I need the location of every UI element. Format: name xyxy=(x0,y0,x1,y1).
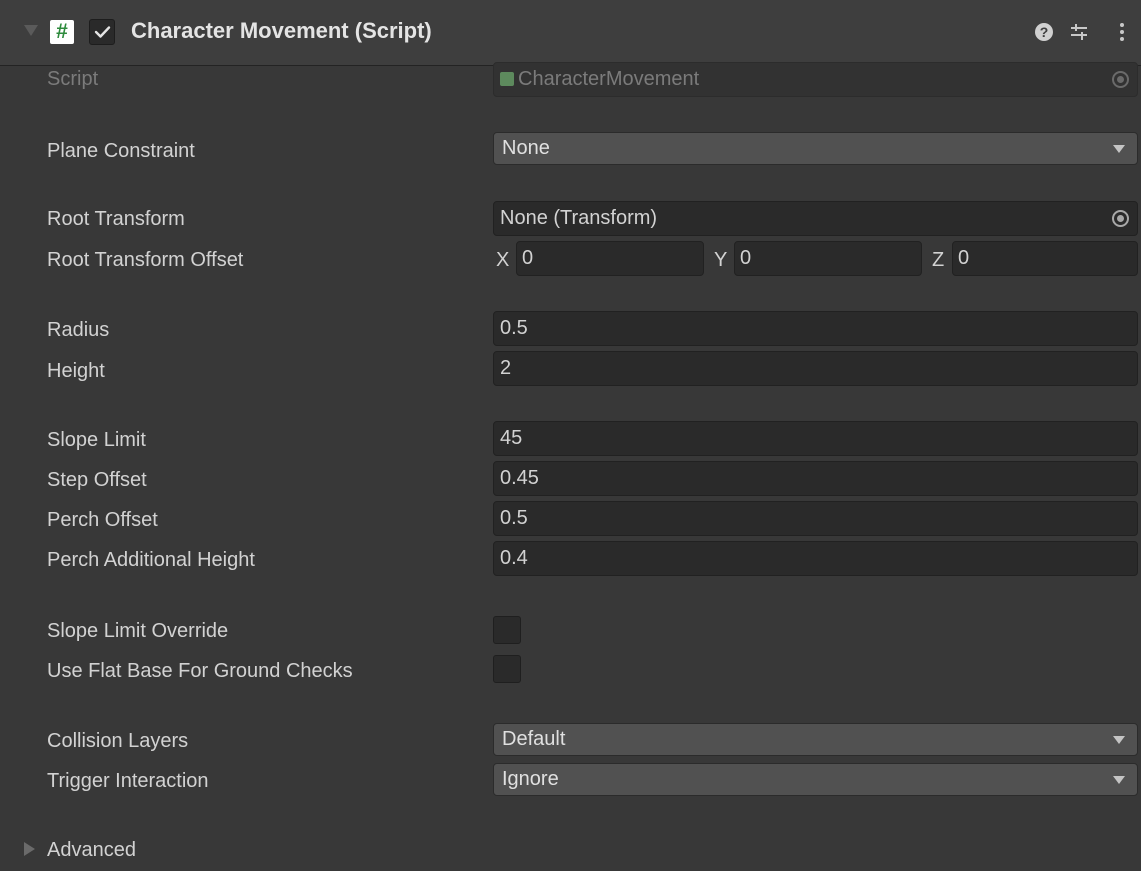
use-flat-base-label: Use Flat Base For Ground Checks xyxy=(47,660,353,682)
dropdown-arrow-icon xyxy=(1113,145,1125,153)
slope-limit-override-checkbox[interactable] xyxy=(493,616,521,644)
offset-x-field[interactable]: 0 xyxy=(516,241,704,276)
height-field[interactable]: 2 xyxy=(493,351,1138,386)
step-offset-label: Step Offset xyxy=(47,469,147,491)
slope-limit-field[interactable]: 45 xyxy=(493,421,1138,456)
perch-offset-field[interactable]: 0.5 xyxy=(493,501,1138,536)
slope-limit-override-label: Slope Limit Override xyxy=(47,620,229,642)
use-flat-base-checkbox[interactable] xyxy=(493,655,521,683)
script-value: CharacterMovement xyxy=(518,68,700,90)
object-picker-icon[interactable] xyxy=(1112,210,1129,227)
kebab-menu-icon[interactable] xyxy=(1110,20,1134,44)
trigger-interaction-dropdown[interactable]: Ignore xyxy=(493,763,1138,796)
root-transform-value: None (Transform) xyxy=(500,207,658,229)
svg-text:?: ? xyxy=(1040,24,1049,40)
offset-z-field[interactable]: 0 xyxy=(952,241,1138,276)
advanced-foldout-arrow-icon[interactable] xyxy=(24,842,35,856)
y-axis-label[interactable]: Y xyxy=(714,249,727,272)
radius-label: Radius xyxy=(47,319,110,341)
dropdown-arrow-icon xyxy=(1113,776,1125,784)
z-axis-label[interactable]: Z xyxy=(932,249,944,272)
inspector-panel: # Character Movement (Script) ? Script C… xyxy=(0,0,1141,871)
x-axis-label[interactable]: X xyxy=(496,249,509,272)
root-transform-label: Root Transform xyxy=(47,208,185,230)
collision-layers-label: Collision Layers xyxy=(47,730,189,752)
script-label: Script xyxy=(47,68,99,90)
script-icon: # xyxy=(50,20,74,44)
perch-offset-label: Perch Offset xyxy=(47,509,158,531)
component-enabled-checkbox[interactable] xyxy=(89,19,115,45)
component-header[interactable]: # Character Movement (Script) ? xyxy=(0,0,1141,66)
trigger-interaction-label: Trigger Interaction xyxy=(47,770,209,792)
collision-layers-value: Default xyxy=(502,728,566,750)
dropdown-arrow-icon xyxy=(1113,736,1125,744)
perch-additional-height-label: Perch Additional Height xyxy=(47,549,255,571)
presets-icon[interactable] xyxy=(1067,20,1091,44)
step-offset-field[interactable]: 0.45 xyxy=(493,461,1138,496)
collision-layers-dropdown[interactable]: Default xyxy=(493,723,1138,756)
script-object-field: CharacterMovement xyxy=(493,62,1138,97)
root-transform-offset-label: Root Transform Offset xyxy=(47,249,244,271)
checkmark-icon xyxy=(94,26,111,38)
script-file-icon xyxy=(500,72,514,86)
root-transform-object-field[interactable]: None (Transform) xyxy=(493,201,1138,236)
plane-constraint-label: Plane Constraint xyxy=(47,140,195,162)
foldout-arrow-icon[interactable] xyxy=(24,25,38,36)
radius-field[interactable]: 0.5 xyxy=(493,311,1138,346)
plane-constraint-dropdown[interactable]: None xyxy=(493,132,1138,165)
perch-additional-height-field[interactable]: 0.4 xyxy=(493,541,1138,576)
advanced-foldout[interactable]: Advanced xyxy=(47,839,136,862)
plane-constraint-value: None xyxy=(502,137,550,159)
help-icon[interactable]: ? xyxy=(1032,20,1056,44)
height-label: Height xyxy=(47,360,105,382)
slope-limit-label: Slope Limit xyxy=(47,429,146,451)
component-title: Character Movement (Script) xyxy=(131,18,432,43)
trigger-interaction-value: Ignore xyxy=(502,768,559,790)
object-picker-icon xyxy=(1112,71,1129,88)
offset-y-field[interactable]: 0 xyxy=(734,241,922,276)
